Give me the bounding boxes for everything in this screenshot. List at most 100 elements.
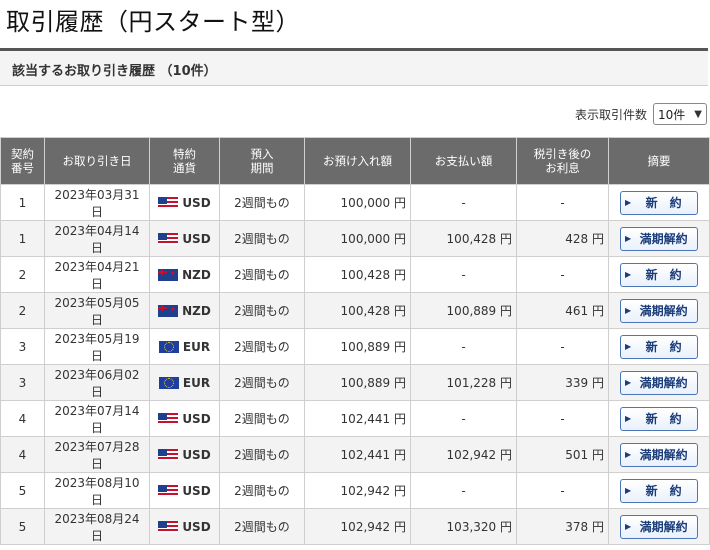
arrow-right-icon: ▶ (625, 450, 632, 459)
us-flag-icon (158, 232, 179, 245)
per-page-value: 10件 (658, 107, 686, 122)
new-contract-button[interactable]: ▶ 新 約 (620, 406, 698, 431)
deposit-cell: 100,428 円 (304, 256, 411, 293)
action-cell: ▶ 新 約 (608, 184, 710, 221)
contract-no-cell: 1 (0, 184, 45, 221)
currency-label: USD (154, 196, 215, 210)
action-cell: ▶ 満期解約 (608, 436, 710, 473)
action-label: 満期解約 (639, 520, 688, 534)
new-contract-button[interactable]: ▶ 新 約 (620, 262, 698, 287)
action-cell: ▶ 新 約 (608, 328, 710, 365)
payment-cell: 100,428 円 (410, 220, 517, 257)
table-row: 22023年04月21日NZD2週間もの100,428 円--▶新 約 (0, 256, 710, 293)
currency-cell: USD (149, 220, 220, 257)
action-label: 満期解約 (639, 448, 688, 462)
period-cell: 2週間もの (219, 328, 305, 365)
currency-label: USD (154, 520, 215, 534)
maturity-cancel-button[interactable]: ▶ 満期解約 (620, 370, 698, 395)
deposit-cell: 100,000 円 (304, 184, 411, 221)
currency-label: EUR (154, 340, 215, 354)
table-row: 3 2023年05月19日 EUR 2週間もの 100,889 円 - - ▶ 新 約 (0, 328, 710, 365)
period-cell: 2週間もの (219, 220, 305, 257)
contract-no-cell: 5 (0, 472, 45, 509)
maturity-cancel-button[interactable]: ▶ 満期解約 (620, 226, 698, 251)
currency-cell: USD (149, 472, 220, 509)
table-row: 4 2023年07月14日 USD 2週間もの 102,441 円 - - ▶ 新 約 (0, 400, 710, 437)
action-label: 新 約 (645, 484, 682, 498)
interest-cell: 428 円 (516, 220, 609, 257)
currency-code: EUR (182, 339, 211, 354)
deposit-cell: 100,000 円 (304, 220, 411, 257)
chevron-down-icon: ▼ (694, 108, 702, 120)
deposit-cell: 102,441 円 (304, 436, 411, 473)
table-row: 1 2023年03月31日 USD 2週間もの 100,000 円 - - ▶ 新 約 (0, 184, 710, 221)
header-payment: お支払い額 (410, 137, 517, 185)
contract-no-cell: 5 (0, 508, 45, 545)
period-cell: 2週間もの (219, 256, 305, 293)
currency-code: USD (182, 195, 211, 210)
transaction-table: 契約 番号 お取り引き日 特約 通貨 預入 期間 お預け入れ額 お支払い額 税引… (0, 137, 710, 545)
new-contract-button[interactable]: ▶ 新 約 (620, 190, 698, 215)
currency-label: EUR (154, 376, 215, 390)
header-deposit: お預け入れ額 (304, 137, 411, 185)
currency-label: NZD (154, 268, 215, 282)
action-label: 新 約 (645, 340, 682, 354)
table-row: 22023年05月05日 NZD 2週間もの100,428 円100,889 円46… (0, 292, 710, 329)
eu-flag-icon (158, 376, 179, 389)
header-action: 摘要 (608, 137, 710, 185)
per-page-label: 表示取引件数 (574, 107, 647, 122)
us-flag-icon (158, 196, 179, 209)
payment-cell: 100,889 円 (410, 292, 517, 329)
interest-cell: - (516, 328, 609, 365)
currency-code: USD (182, 411, 211, 426)
currency-cell: USD (149, 508, 220, 545)
arrow-right-icon: ▶ (625, 414, 632, 423)
us-flag-icon (158, 520, 179, 533)
period-cell: 2週間もの (219, 184, 305, 221)
arrow-right-icon: ▶ (625, 270, 632, 279)
action-cell: ▶ 満期解約 (608, 292, 710, 329)
contract-no-cell: 4 (0, 400, 45, 437)
contract-no-cell: 1 (0, 220, 45, 257)
deposit-cell: 102,942 円 (304, 508, 411, 545)
period-cell: 2週間もの (219, 436, 305, 473)
payment-cell: - (410, 328, 517, 365)
currency-cell: EUR (149, 328, 220, 365)
eu-flag-icon (158, 340, 179, 353)
table-row: 1 2023年04月14日 USD 2週間もの 100,000 円 100,428 円 42… (0, 220, 710, 257)
currency-label: NZD (154, 304, 215, 318)
maturity-cancel-button[interactable]: ▶ 満期解約 (620, 514, 698, 539)
action-label: 満期解約 (639, 376, 688, 390)
date-cell: 2023年08月10日 (44, 472, 150, 509)
payment-cell: - (410, 400, 517, 437)
payment-cell: - (410, 472, 517, 509)
new-contract-button[interactable]: ▶ 新 約 (620, 334, 698, 359)
currency-code: NZD (182, 303, 211, 318)
currency-cell: USD (149, 184, 220, 221)
period-cell: 2週間もの (219, 364, 305, 401)
page-title: 取引履歴（円スタート型） (6, 8, 300, 36)
payment-cell: - (410, 256, 517, 293)
nz-flag-icon (158, 304, 179, 317)
interest-cell: - (516, 184, 609, 221)
currency-cell: USD (149, 400, 220, 437)
interest-cell: - (516, 256, 609, 293)
contract-no-cell: 4 (0, 436, 45, 473)
action-cell: ▶ 新 約 (608, 256, 710, 293)
action-label: 満期解約 (639, 232, 688, 246)
date-cell: 2023年03月31日 (44, 184, 150, 221)
maturity-cancel-button[interactable]: ▶ 満期解約 (620, 442, 698, 467)
currency-label: USD (154, 484, 215, 498)
currency-label: USD (154, 232, 215, 246)
interest-cell: 378 円 (516, 508, 609, 545)
per-page-select[interactable]: 10件 ▼ (653, 103, 707, 125)
arrow-right-icon: ▶ (625, 198, 632, 207)
interest-cell: 339 円 (516, 364, 609, 401)
table-header-row: 契約 番号 お取り引き日 特約 通貨 預入 期間 お預け入れ額 お支払い額 税引… (0, 137, 710, 185)
period-cell: 2週間もの (219, 292, 305, 329)
table-row: 4 2023年07月28日 USD 2週間もの 102,441 円 102,942 円 50… (0, 436, 710, 473)
maturity-cancel-button[interactable]: ▶ 満期解約 (620, 298, 698, 323)
date-cell: 2023年06月02日 (44, 364, 150, 401)
action-cell: ▶ 満期解約 (608, 220, 710, 257)
new-contract-button[interactable]: ▶ 新 約 (620, 478, 698, 503)
